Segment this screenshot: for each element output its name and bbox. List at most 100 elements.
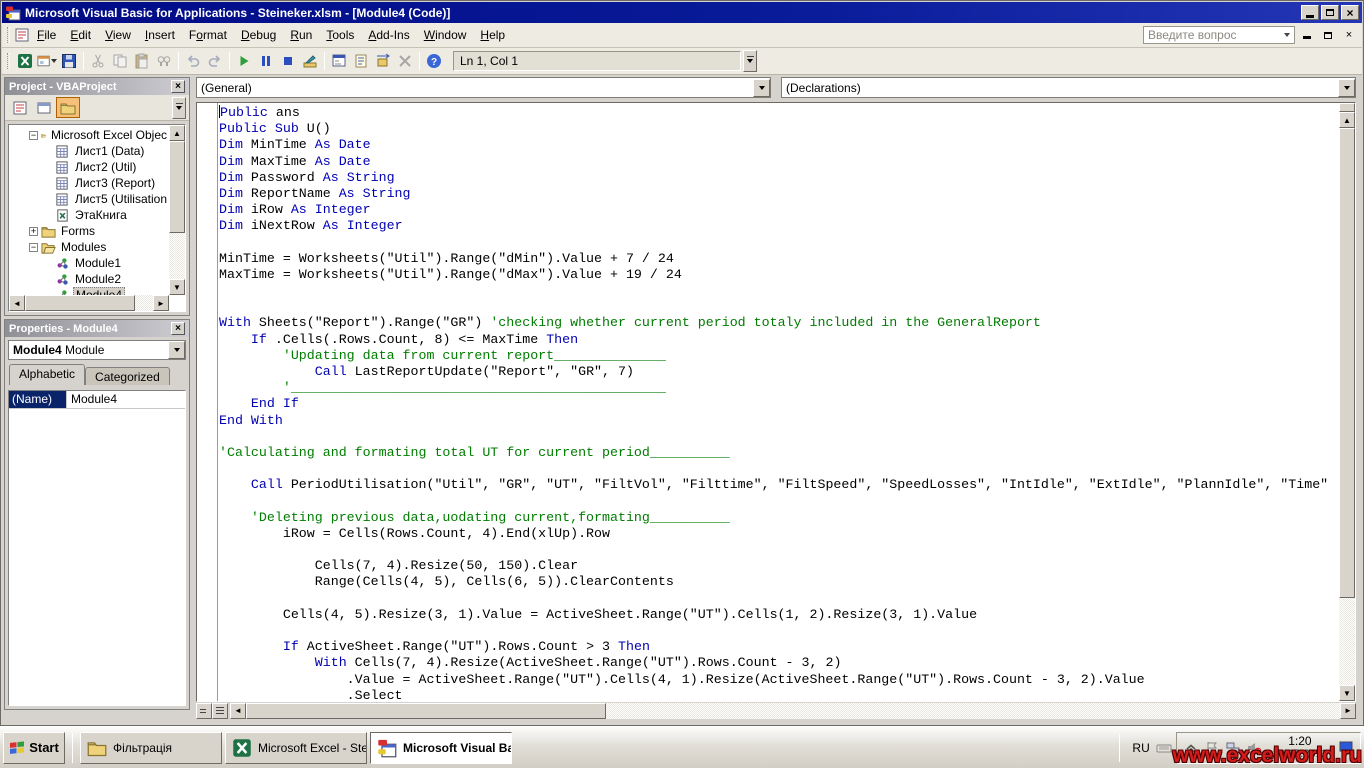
code-line: Dim iRow As Integer <box>219 202 1338 218</box>
start-button[interactable]: Start <box>3 732 65 764</box>
project-tree-vscrollbar[interactable]: ▲ ▼ <box>169 125 185 295</box>
tree-item-microsoft-excel-objec[interactable]: −Microsoft Excel Objec <box>9 127 169 143</box>
question-box[interactable]: Введите вопрос <box>1143 26 1295 44</box>
menu-view[interactable]: View <box>98 25 138 45</box>
cut-button[interactable] <box>87 50 109 72</box>
code-editor[interactable]: Public ansPublic Sub U()Dim MinTime As D… <box>196 102 1356 702</box>
menu-window[interactable]: Window <box>417 25 474 45</box>
properties-window-button[interactable] <box>350 50 372 72</box>
undo-button[interactable] <box>182 50 204 72</box>
tab-categorized[interactable]: Categorized <box>85 367 170 385</box>
menu-edit[interactable]: Edit <box>63 25 98 45</box>
reset-button[interactable] <box>277 50 299 72</box>
view-excel-button[interactable] <box>14 50 36 72</box>
tree-item-лист2-util-[interactable]: Лист2 (Util) <box>9 159 169 175</box>
code-margin-indicator-bar[interactable] <box>197 103 218 701</box>
split-handle[interactable] <box>1339 103 1355 112</box>
design-mode-button[interactable] <box>299 50 321 72</box>
menu-help[interactable]: Help <box>473 25 512 45</box>
procedure-combo-dropdown-icon[interactable] <box>1338 79 1355 97</box>
task-button-microsoft-excel-stei-[interactable]: Microsoft Excel - Stei... <box>225 732 367 764</box>
close-button[interactable]: × <box>1341 5 1359 20</box>
code-vscrollbar[interactable]: ▲ ▼ <box>1339 103 1355 701</box>
toolbar-grip[interactable] <box>7 53 10 69</box>
menubar-grip[interactable] <box>7 27 10 43</box>
tree-item-лист3-report-[interactable]: Лист3 (Report) <box>9 175 169 191</box>
object-combo-dropdown-icon[interactable] <box>753 79 770 97</box>
restore-button[interactable] <box>1321 5 1339 20</box>
run-button[interactable] <box>233 50 255 72</box>
code-hscrollbar[interactable]: ◄ ► <box>230 703 1356 719</box>
view-object-button[interactable] <box>32 97 56 118</box>
tree-item-module4[interactable]: Module4 <box>9 287 169 295</box>
object-combo[interactable]: (General) <box>196 77 771 98</box>
question-box-dropdown-icon[interactable] <box>1284 33 1290 40</box>
redo-button[interactable] <box>204 50 226 72</box>
procedure-view-button[interactable] <box>196 703 212 719</box>
menu-format[interactable]: Format <box>182 25 234 45</box>
object-browser-button[interactable] <box>372 50 394 72</box>
copy-button[interactable] <box>109 50 131 72</box>
mdi-restore-button[interactable] <box>1319 27 1337 43</box>
toggle-folders-button[interactable] <box>56 97 80 118</box>
task-button-фільтрація[interactable]: Фільтрація <box>80 732 222 764</box>
paste-button[interactable] <box>131 50 153 72</box>
tree-item-label: Лист2 (Util) <box>73 160 138 174</box>
language-indicator[interactable]: RU <box>1126 738 1155 758</box>
collapse-icon[interactable]: − <box>29 131 38 140</box>
view-code-button[interactable] <box>8 97 32 118</box>
toolbar-overflow-button[interactable] <box>743 50 757 72</box>
property-row-name[interactable]: (Name) Module4 <box>9 391 185 409</box>
procedure-combo[interactable]: (Declarations) <box>781 77 1356 98</box>
properties-panel-header[interactable]: Properties - Module4 × <box>5 320 189 337</box>
code-window: (General) (Declarations) Public ansPubli… <box>196 77 1356 719</box>
tree-item-forms[interactable]: + Forms <box>9 223 169 239</box>
code-line: 'Deleting previous data,uodating current… <box>219 510 1338 526</box>
toolbox-button[interactable] <box>394 50 416 72</box>
code-line <box>219 494 1338 510</box>
save-button[interactable] <box>58 50 80 72</box>
help-button[interactable]: ? <box>423 50 445 72</box>
project-panel-close-icon[interactable]: × <box>171 80 185 93</box>
menu-file[interactable]: File <box>30 25 63 45</box>
object-selector-dropdown-icon[interactable] <box>168 341 185 359</box>
code-line <box>219 235 1338 251</box>
tab-alphabetic[interactable]: Alphabetic <box>9 364 85 385</box>
tree-item-лист1-data-[interactable]: Лист1 (Data) <box>9 143 169 159</box>
keyboard-icon[interactable] <box>1156 740 1172 756</box>
code-line: 'Calculating and formating total UT for … <box>219 445 1338 461</box>
project-toolbar-overflow-button[interactable] <box>172 97 186 119</box>
object-selector-combo[interactable]: Module4 Module <box>8 340 186 360</box>
mdi-minimize-button[interactable] <box>1298 27 1316 43</box>
tree-item-module1[interactable]: Module1 <box>9 255 169 271</box>
code-line: .Select <box>219 688 1338 701</box>
menu-debug[interactable]: Debug <box>234 25 283 45</box>
project-explorer-button[interactable] <box>328 50 350 72</box>
full-module-view-button[interactable] <box>212 703 228 719</box>
tree-item-module2[interactable]: Module2 <box>9 271 169 287</box>
task-button-microsoft-visual-ba-[interactable]: Microsoft Visual Ba... <box>370 732 512 764</box>
project-tree-hscrollbar[interactable]: ◄ ► <box>9 295 169 311</box>
menu-insert[interactable]: Insert <box>138 25 182 45</box>
collapse-icon[interactable]: − <box>29 243 38 252</box>
menu-run[interactable]: Run <box>283 25 319 45</box>
tree-item-этакнига[interactable]: ЭтаКнига <box>9 207 169 223</box>
code-line: Dim MinTime As Date <box>219 137 1338 153</box>
expand-icon[interactable]: + <box>29 227 38 236</box>
insert-userform-button[interactable] <box>36 50 58 72</box>
tree-item-лист5-utilisation[interactable]: Лист5 (Utilisation <box>9 191 169 207</box>
tree-item-label: Forms <box>59 224 97 238</box>
project-panel-header[interactable]: Project - VBAProject × <box>5 78 189 95</box>
minimize-button[interactable] <box>1301 5 1319 20</box>
tree-item-label: ЭтаКнига <box>73 208 129 222</box>
undo-icon <box>185 53 201 69</box>
menu-addins[interactable]: Add-Ins <box>361 25 416 45</box>
menu-tools[interactable]: Tools <box>319 25 361 45</box>
code-line: With Sheets("Report").Range("GR") 'check… <box>219 315 1338 331</box>
find-button[interactable] <box>153 50 175 72</box>
mdi-child-icon[interactable] <box>14 27 30 43</box>
break-button[interactable] <box>255 50 277 72</box>
mdi-close-button[interactable]: × <box>1340 27 1358 43</box>
tree-item-modules[interactable]: −Modules <box>9 239 169 255</box>
properties-panel-close-icon[interactable]: × <box>171 322 185 335</box>
